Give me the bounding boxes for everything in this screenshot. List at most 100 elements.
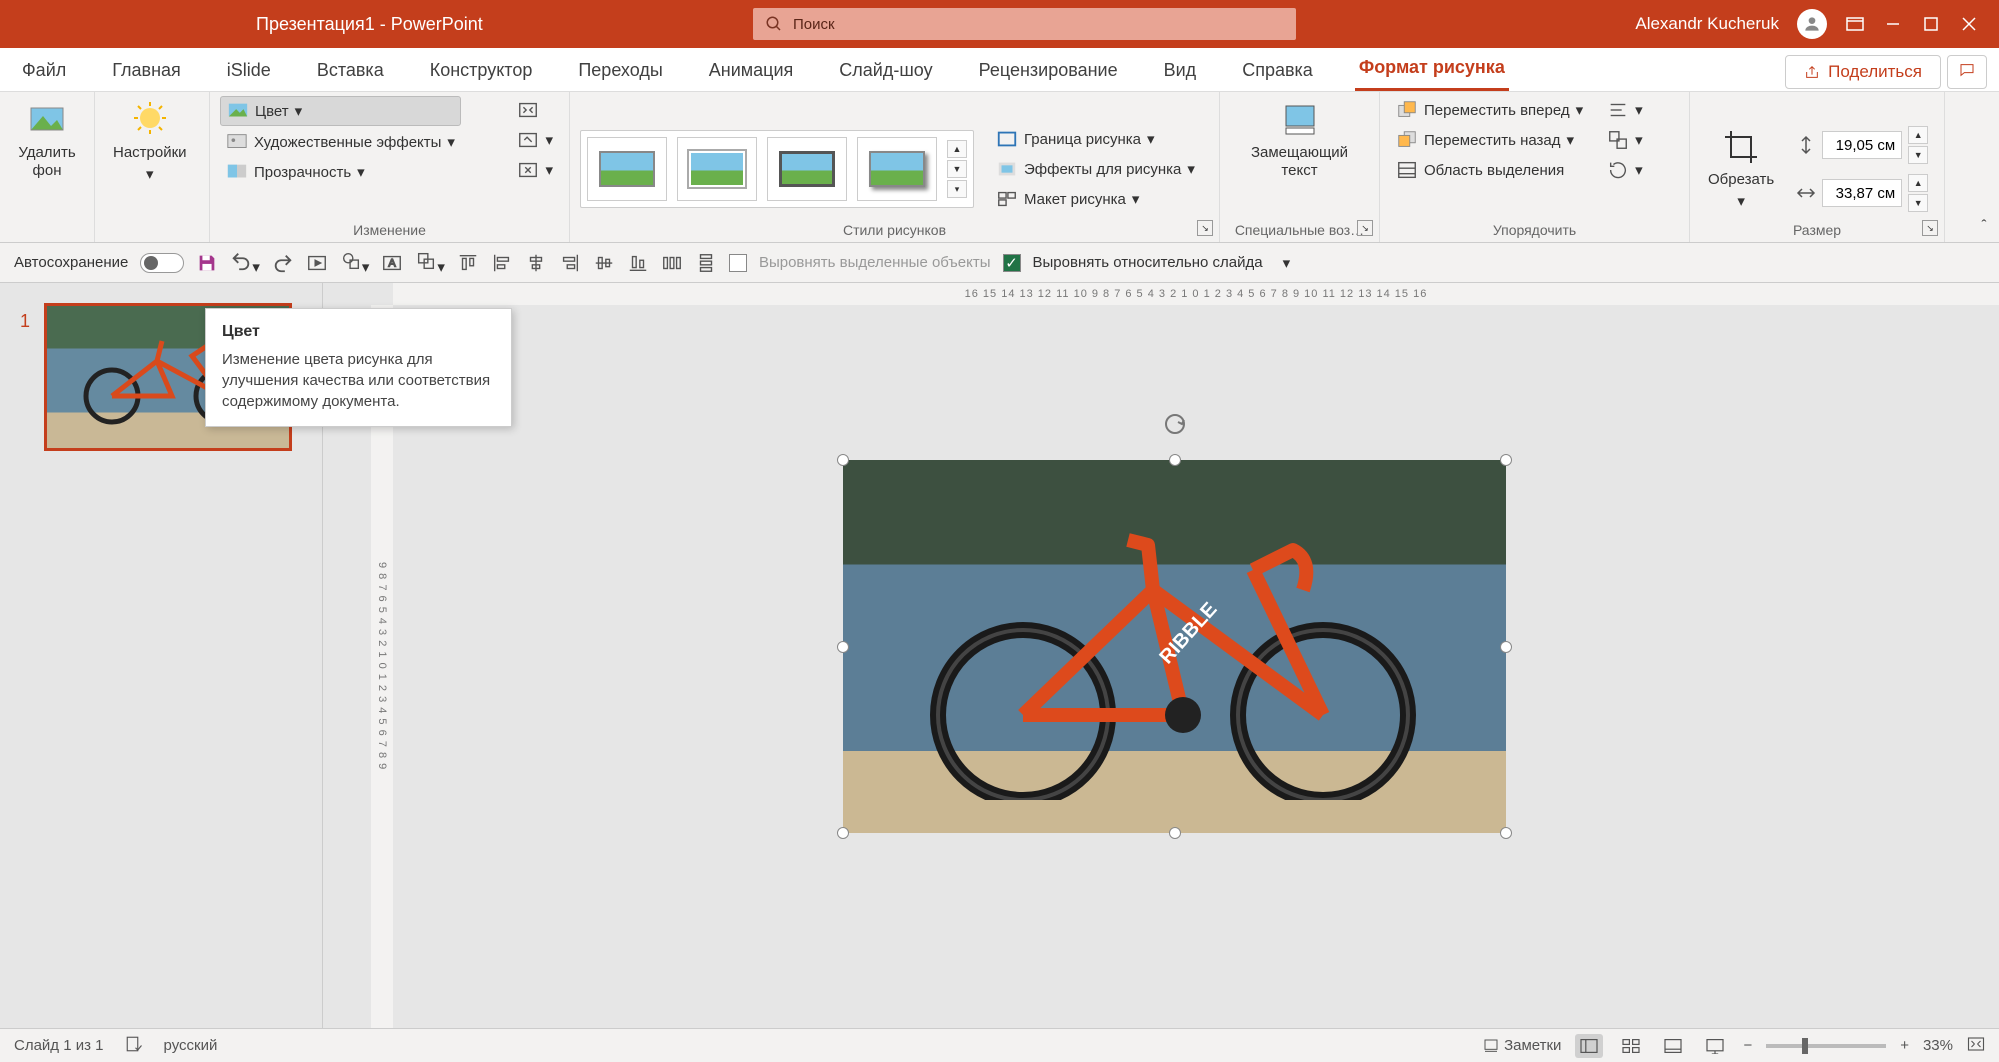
collapse-ribbon-button[interactable]: ˆ — [1973, 214, 1995, 236]
notes-button[interactable]: Заметки — [1482, 1037, 1561, 1054]
reading-view-button[interactable] — [1659, 1034, 1687, 1058]
style-thumb-1[interactable] — [587, 137, 667, 201]
sorter-view-button[interactable] — [1617, 1034, 1645, 1058]
remove-background-button[interactable]: Удалить фон — [10, 96, 84, 184]
corrections-button[interactable]: Настройки▾ — [105, 96, 195, 188]
align-middle-icon[interactable] — [593, 252, 615, 274]
gallery-down-button[interactable]: ▼ — [947, 160, 967, 178]
handle-bl[interactable] — [837, 827, 849, 839]
share-button[interactable]: Поделиться — [1785, 55, 1941, 89]
transparency-button[interactable]: Прозрачность ▾ — [220, 158, 461, 186]
handle-tr[interactable] — [1500, 454, 1512, 466]
align-left-icon[interactable] — [491, 252, 513, 274]
align-button[interactable]: ▾ — [1601, 96, 1649, 124]
width-input[interactable]: ▲▼ — [1796, 174, 1928, 212]
rotate-handle[interactable] — [1161, 410, 1189, 438]
tab-file[interactable]: Файл — [18, 50, 70, 91]
canvas-area[interactable]: 16 15 14 13 12 11 10 9 8 7 6 5 4 3 2 1 0… — [323, 283, 1999, 1028]
maximize-button[interactable] — [1921, 14, 1941, 34]
send-backward-button[interactable]: Переместить назад ▾ — [1390, 126, 1589, 154]
redo-button[interactable] — [272, 252, 294, 274]
zoom-out-button[interactable]: − — [1743, 1037, 1752, 1054]
shapes-qat-button[interactable]: ▾ — [340, 250, 370, 276]
reset-picture-button[interactable]: ▾ — [511, 156, 559, 184]
picture-effects-button[interactable]: Эффекты для рисунка ▾ — [990, 155, 1201, 183]
undo-button[interactable]: ▾ — [230, 250, 260, 276]
tab-review[interactable]: Рецензирование — [975, 50, 1122, 91]
alt-text-button[interactable]: Замещающий текст — [1230, 96, 1369, 184]
zoom-slider[interactable] — [1766, 1044, 1886, 1048]
user-name[interactable]: Alexandr Kucheruk — [1635, 14, 1779, 34]
color-button[interactable]: Цвет ▾ — [220, 96, 461, 126]
style-thumb-4[interactable] — [857, 137, 937, 201]
gallery-more-button[interactable]: ▾ — [947, 180, 967, 198]
gallery-up-button[interactable]: ▲ — [947, 140, 967, 158]
picture-border-button[interactable]: Граница рисунка ▾ — [990, 125, 1201, 153]
artistic-effects-button[interactable]: Художественные эффекты ▾ — [220, 128, 461, 156]
zoom-in-button[interactable]: + — [1900, 1037, 1909, 1054]
align-bottom-icon[interactable] — [627, 252, 649, 274]
tab-view[interactable]: Вид — [1160, 50, 1201, 91]
tab-help[interactable]: Справка — [1238, 50, 1317, 91]
minimize-button[interactable] — [1883, 14, 1903, 34]
rotate-button[interactable]: ▾ — [1601, 156, 1649, 184]
width-up[interactable]: ▲ — [1908, 174, 1928, 192]
save-icon[interactable] — [196, 252, 218, 274]
tab-home[interactable]: Главная — [108, 50, 185, 91]
change-picture-button[interactable]: ▾ — [511, 126, 559, 154]
text-box-icon[interactable]: A — [381, 252, 403, 274]
avatar[interactable] — [1797, 9, 1827, 39]
handle-tc[interactable] — [1169, 454, 1181, 466]
ribbon-display-button[interactable] — [1845, 14, 1865, 34]
distribute-h-icon[interactable] — [661, 252, 683, 274]
picture-layout-button[interactable]: Макет рисунка ▾ — [990, 185, 1201, 213]
search-box[interactable]: Поиск — [753, 8, 1296, 40]
distribute-v-icon[interactable] — [695, 252, 717, 274]
group-objects-button[interactable]: ▾ — [1601, 126, 1649, 154]
picture-styles-gallery[interactable]: ▲ ▼ ▾ — [580, 130, 974, 208]
align-top-icon[interactable] — [457, 252, 479, 274]
tab-design[interactable]: Конструктор — [426, 50, 537, 91]
tab-picture-format[interactable]: Формат рисунка — [1355, 47, 1509, 91]
align-slide-checkbox[interactable]: ✓ — [1003, 254, 1021, 272]
fit-to-window-button[interactable] — [1967, 1036, 1985, 1056]
language-status[interactable]: русский — [164, 1037, 218, 1054]
tab-slideshow[interactable]: Слайд-шоу — [835, 50, 936, 91]
slideshow-view-button[interactable] — [1701, 1034, 1729, 1058]
align-right-icon[interactable] — [559, 252, 581, 274]
tab-insert[interactable]: Вставка — [313, 50, 388, 91]
handle-br[interactable] — [1500, 827, 1512, 839]
slide-counter[interactable]: Слайд 1 из 1 — [14, 1037, 104, 1054]
tab-animations[interactable]: Анимация — [705, 50, 798, 91]
style-thumb-2[interactable] — [677, 137, 757, 201]
bring-forward-button[interactable]: Переместить вперед ▾ — [1390, 96, 1589, 124]
autosave-toggle[interactable] — [140, 253, 184, 273]
align-center-h-icon[interactable] — [525, 252, 547, 274]
crop-button[interactable]: Обрезать▾ — [1700, 123, 1782, 215]
close-button[interactable] — [1959, 14, 1979, 34]
spell-check-icon[interactable] — [124, 1035, 144, 1057]
width-down[interactable]: ▼ — [1908, 194, 1928, 212]
size-launcher[interactable]: ↘ — [1922, 220, 1938, 236]
alt-launcher[interactable]: ↘ — [1357, 220, 1373, 236]
qat-more-button[interactable]: ▾ — [1283, 254, 1291, 272]
arrange-qat-button[interactable]: ▾ — [415, 250, 445, 276]
height-up[interactable]: ▲ — [1908, 126, 1928, 144]
styles-launcher[interactable]: ↘ — [1197, 220, 1213, 236]
style-thumb-3[interactable] — [767, 137, 847, 201]
tab-transitions[interactable]: Переходы — [574, 50, 666, 91]
selection-pane-button[interactable]: Область выделения — [1390, 156, 1589, 184]
comments-button[interactable] — [1947, 55, 1987, 89]
handle-bc[interactable] — [1169, 827, 1181, 839]
zoom-level[interactable]: 33% — [1923, 1037, 1953, 1054]
tab-islide[interactable]: iSlide — [223, 50, 275, 91]
height-input[interactable]: ▲▼ — [1796, 126, 1928, 164]
normal-view-button[interactable] — [1575, 1034, 1603, 1058]
handle-tl[interactable] — [837, 454, 849, 466]
from-beginning-icon[interactable] — [306, 252, 328, 274]
compress-pictures-button[interactable] — [511, 96, 559, 124]
height-down[interactable]: ▼ — [1908, 146, 1928, 164]
handle-mr[interactable] — [1500, 641, 1512, 653]
handle-ml[interactable] — [837, 641, 849, 653]
selected-picture[interactable]: RIBBLE — [843, 460, 1506, 833]
